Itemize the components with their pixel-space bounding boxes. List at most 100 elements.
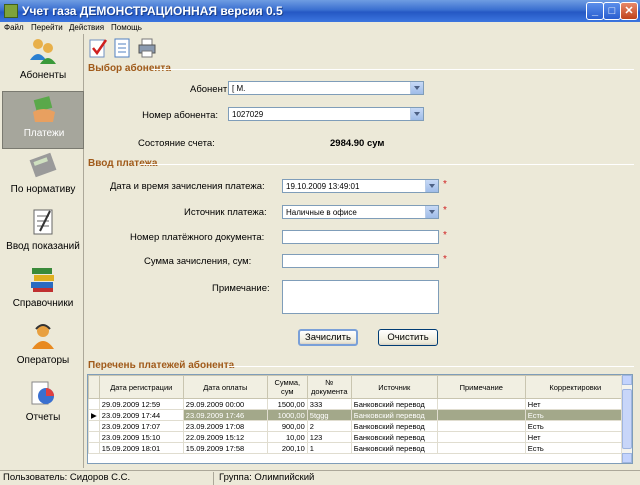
notepad-icon	[33, 209, 53, 235]
note-label: Примечание:	[212, 283, 270, 294]
cell-reg-date: 15.09.2009 18:01	[98, 442, 184, 454]
cell-doc: 2	[306, 420, 352, 432]
column-header[interactable]: № документа	[306, 375, 352, 399]
section-divider	[140, 164, 634, 165]
required-mark: *	[443, 254, 447, 265]
menu-actions[interactable]: Действия	[69, 23, 104, 32]
table-scrollbar[interactable]	[621, 375, 632, 463]
cell-note	[436, 442, 526, 454]
cell-reg-date: 23.09.2009 15:10	[98, 431, 184, 443]
column-header[interactable]: Примечание	[436, 375, 526, 399]
chevron-down-icon[interactable]	[425, 206, 438, 218]
table-row[interactable]: 23.09.2009 17:07 23.09.2009 17:08 900,00…	[88, 420, 626, 432]
cell-source: Банковский перевод	[350, 431, 438, 443]
sidebar-item-subscribers[interactable]: Абоненты	[2, 34, 84, 92]
cell-corrections: Есть	[524, 409, 626, 421]
hand-money-icon	[33, 96, 55, 122]
section-divider	[228, 366, 634, 367]
cell-note	[436, 431, 526, 443]
chevron-down-icon[interactable]	[425, 180, 438, 192]
cell-pay-date: 22.09.2009 15:12	[182, 431, 268, 443]
cell-source: Банковский перевод	[350, 409, 438, 421]
subscriber-number-select[interactable]: 1027029	[228, 107, 424, 121]
minimize-button[interactable]: _	[586, 2, 604, 20]
cell-corrections: Нет	[524, 398, 626, 410]
note-textarea[interactable]	[282, 280, 439, 314]
cell-doc: 123	[306, 431, 352, 443]
table-row[interactable]: 29.09.2009 12:59 29.09.2009 00:00 1500,0…	[88, 398, 626, 410]
maximize-button[interactable]: □	[603, 2, 621, 20]
sidebar-item-operators[interactable]: Операторы	[2, 319, 84, 377]
app-icon	[4, 4, 18, 18]
balance-value: 2984.90 сум	[330, 138, 385, 149]
sidebar-item-references[interactable]: Справочники	[2, 262, 84, 320]
books-icon	[31, 268, 54, 292]
sidebar-item-norm[interactable]: По нормативу	[2, 148, 84, 206]
cell-sum: 200,10	[266, 442, 308, 454]
title-bar: Учет газа ДЕМОНСТРАЦИОННАЯ версия 0.5 _ …	[0, 0, 640, 22]
chevron-down-icon[interactable]	[410, 108, 423, 120]
menu-help[interactable]: Помощь	[111, 23, 142, 32]
status-user: Пользователь: Сидоров С.С.	[0, 472, 214, 485]
cell-note	[436, 420, 526, 432]
source-select[interactable]: Наличные в офисе	[282, 205, 439, 219]
cell-source: Банковский перевод	[350, 398, 438, 410]
column-header[interactable]: Корректировки	[524, 375, 626, 399]
subscriber-select[interactable]: [ М.	[228, 81, 424, 95]
document-icon[interactable]	[112, 37, 132, 59]
datetime-label: Дата и время зачисления платежа:	[110, 181, 265, 192]
chevron-down-icon[interactable]	[410, 82, 423, 94]
table-row-selected[interactable]: ▶ 23.09.2009 17:44 23.09.2009 17:46 1000…	[88, 409, 626, 421]
cell-source: Банковский перевод	[350, 442, 438, 454]
sidebar-item-payments[interactable]: Платежи	[2, 91, 84, 149]
column-header[interactable]: Дата оплаты	[182, 375, 268, 399]
clear-button[interactable]: Очистить	[378, 329, 438, 346]
required-mark: *	[443, 230, 447, 241]
section-divider	[152, 69, 634, 70]
subscriber-label: Абонент:	[190, 84, 230, 95]
datetime-picker[interactable]: 19.10.2009 13:49:01	[282, 179, 439, 193]
balance-label: Состояние счета:	[138, 138, 215, 149]
payments-table: Дата регистрации Дата оплаты Сумма, сум …	[87, 374, 633, 464]
printer-icon[interactable]	[137, 37, 157, 59]
submit-payment-button[interactable]: Зачислить	[298, 329, 358, 346]
operator-icon	[32, 324, 54, 349]
close-button[interactable]: ✕	[620, 2, 638, 20]
status-bar: Пользователь: Сидоров С.С. Группа: Олимп…	[0, 470, 640, 485]
table-header-row: Дата регистрации Дата оплаты Сумма, сум …	[88, 375, 626, 399]
row-pointer-icon: ▶	[88, 409, 100, 421]
column-header[interactable]: Источник	[350, 375, 438, 399]
row-indicator-header	[88, 375, 100, 399]
cell-reg-date: 29.09.2009 12:59	[98, 398, 184, 410]
cell-sum: 900,00	[266, 420, 308, 432]
menu-bar: Файл Перейти Действия Помощь	[0, 22, 640, 34]
scroll-down-icon[interactable]	[622, 453, 632, 463]
sum-input[interactable]	[282, 254, 439, 268]
menu-file[interactable]: Файл	[4, 23, 24, 32]
scroll-thumb[interactable]	[622, 389, 632, 449]
source-label: Источник платежа:	[184, 207, 267, 218]
cell-doc: 333	[306, 398, 352, 410]
cell-pay-date: 23.09.2009 17:08	[182, 420, 268, 432]
sum-label: Сумма зачисления, сум:	[144, 256, 252, 267]
doc-number-input[interactable]	[282, 230, 439, 244]
column-header[interactable]: Сумма, сум	[266, 375, 308, 399]
cell-corrections: Есть	[524, 442, 626, 454]
column-header[interactable]: Дата регистрации	[98, 375, 184, 399]
report-chart-icon	[31, 381, 54, 405]
cell-sum: 10,00	[266, 431, 308, 443]
cell-reg-date: 23.09.2009 17:07	[98, 420, 184, 432]
scroll-up-icon[interactable]	[622, 375, 632, 385]
sidebar-item-reports[interactable]: Отчеты	[2, 376, 84, 434]
cell-sum: 1000,00	[266, 409, 308, 421]
table-row[interactable]: 23.09.2009 15:10 22.09.2009 15:12 10,00 …	[88, 431, 626, 443]
menu-goto[interactable]: Перейти	[31, 23, 63, 32]
cell-pay-date: 15.09.2009 17:58	[182, 442, 268, 454]
checklist-icon[interactable]	[88, 37, 108, 59]
cell-corrections: Нет	[524, 431, 626, 443]
sidebar-item-readings[interactable]: Ввод показаний	[2, 205, 84, 263]
cell-source: Банковский перевод	[350, 420, 438, 432]
cell-pay-date: 29.09.2009 00:00	[182, 398, 268, 410]
table-row[interactable]: 15.09.2009 18:01 15.09.2009 17:58 200,10…	[88, 442, 626, 454]
required-mark: *	[443, 205, 447, 216]
